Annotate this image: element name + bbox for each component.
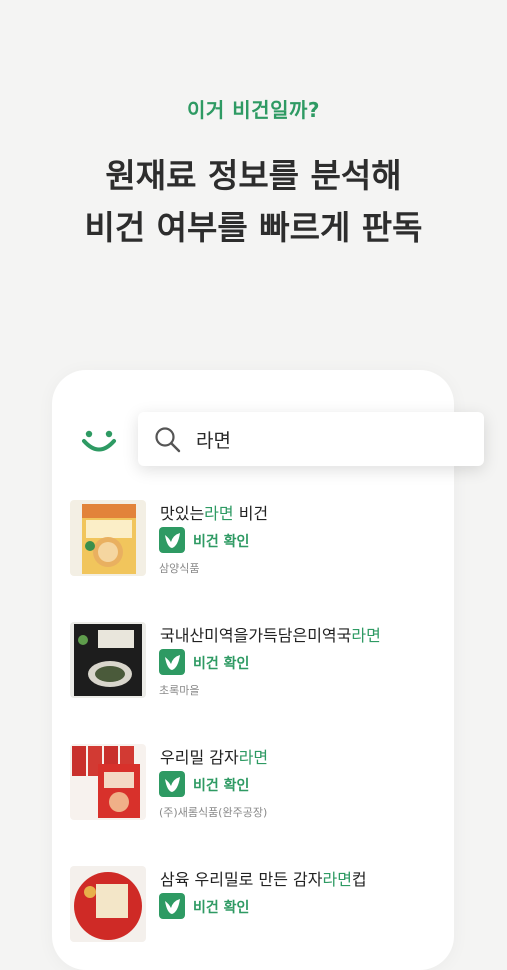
manufacturer: 초록마을: [159, 684, 200, 697]
product-name: 맛있는라면 비건: [160, 504, 269, 523]
product-image: [70, 622, 146, 698]
product-image: [70, 866, 146, 942]
result-item[interactable]: 우리밀 감자라면 비건 확인 (주)새롬식품(완주공장): [70, 744, 470, 834]
search-input[interactable]: 라면: [196, 426, 231, 453]
headline-line-1: 원재료 정보를 분석해: [105, 156, 402, 195]
vegan-leaf-icon: [159, 771, 185, 797]
headline: 원재료 정보를 분석해 비건 여부를 빠르게 판독: [0, 150, 507, 254]
vegan-status: 비건 확인: [193, 778, 250, 794]
product-name: 국내산미역을가득담은미역국라면: [160, 626, 381, 645]
product-name: 삼육 우리밀로 만든 감자라면컵: [160, 870, 367, 889]
vegan-status: 비건 확인: [193, 656, 250, 672]
product-image: [70, 500, 146, 576]
vegan-leaf-icon: [159, 893, 185, 919]
manufacturer: (주)새롬식품(완주공장): [159, 806, 268, 819]
product-image: [70, 744, 146, 820]
result-item[interactable]: 맛있는라면 비건 비건 확인 삼양식품: [70, 500, 470, 590]
product-name: 우리밀 감자라면: [160, 748, 269, 767]
smile-icon: [82, 430, 116, 452]
headline-line-2: 비건 여부를 빠르게 판독: [84, 208, 423, 247]
search-bar[interactable]: 라면: [138, 412, 484, 466]
result-item[interactable]: 삼육 우리밀로 만든 감자라면컵 비건 확인: [70, 866, 470, 956]
vegan-leaf-icon: [159, 649, 185, 675]
tagline: 이거 비건일까?: [187, 98, 320, 122]
vegan-status: 비건 확인: [193, 900, 250, 916]
vegan-status: 비건 확인: [193, 534, 250, 550]
search-icon: [155, 427, 181, 453]
result-item[interactable]: 국내산미역을가득담은미역국라면 비건 확인 초록마을: [70, 622, 470, 712]
manufacturer: 삼양식품: [159, 562, 200, 575]
vegan-leaf-icon: [159, 527, 185, 553]
